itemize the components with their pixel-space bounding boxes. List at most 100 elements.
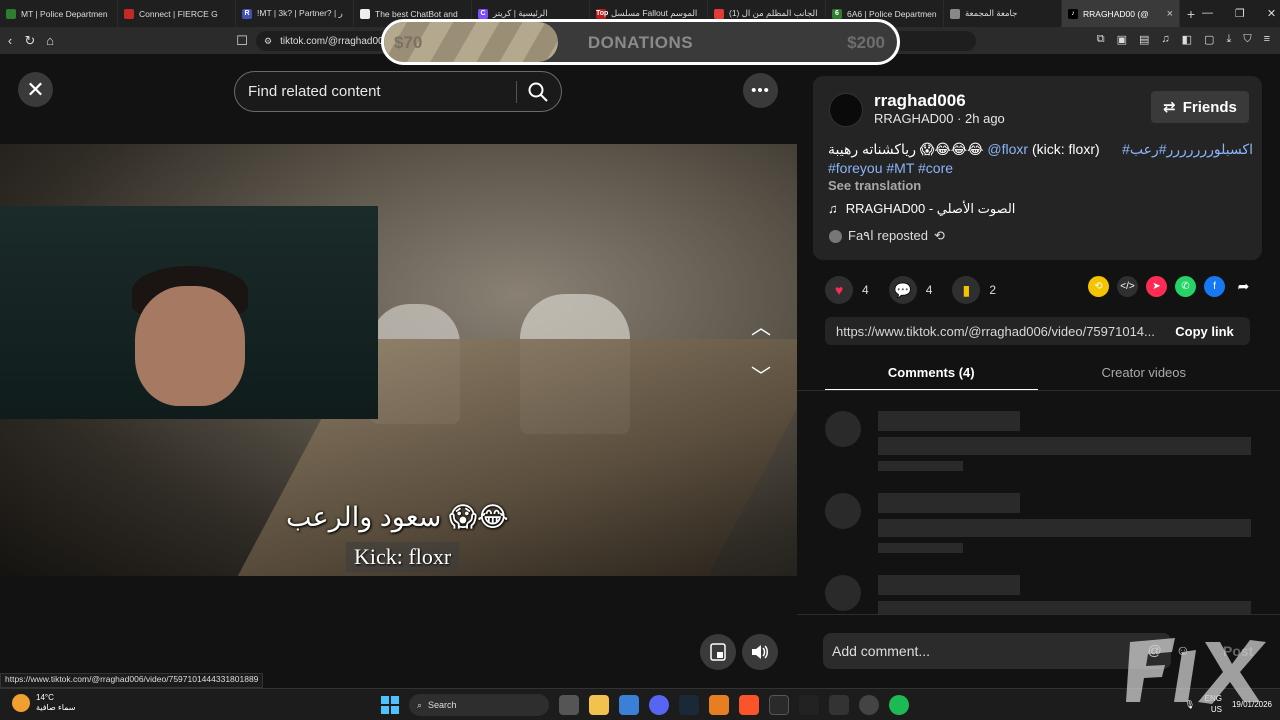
- copy-link-row: https://www.tiktok.com/@rraghad006/video…: [825, 317, 1250, 345]
- save-count: 2: [989, 283, 997, 297]
- comment-count: 4: [925, 283, 933, 297]
- copy-link-button[interactable]: Copy link: [1159, 324, 1250, 339]
- tab-creator-videos[interactable]: Creator videos: [1038, 355, 1251, 391]
- browser-tab[interactable]: Connect | FIERCE G: [118, 0, 236, 27]
- app2-icon[interactable]: [799, 695, 819, 715]
- browser-tab[interactable]: جامعة المجمعة: [944, 0, 1062, 27]
- username[interactable]: rraghad006: [874, 91, 966, 111]
- repost-share-icon[interactable]: ⟲: [1088, 276, 1109, 297]
- save-button[interactable]: ▮ 2: [952, 276, 996, 304]
- back-icon[interactable]: ‹: [0, 33, 20, 48]
- github-icon[interactable]: [859, 695, 879, 715]
- video-frame[interactable]: 😂😱 سعود والرعب Kick: floxr: [0, 144, 797, 576]
- share-arrow-icon[interactable]: ➦: [1233, 276, 1254, 297]
- wallet-icon[interactable]: ▢: [1204, 33, 1214, 46]
- embed-icon[interactable]: </>: [1117, 276, 1138, 297]
- donation-max: $200: [847, 33, 885, 52]
- more-icon: •••: [751, 82, 770, 99]
- description-arabic: رياكشناته رهيبة 😱😂😂😂: [828, 141, 988, 157]
- comment-button[interactable]: 💬 4: [888, 276, 933, 304]
- taskbar-search[interactable]: ⌕ Search: [409, 694, 549, 716]
- hashtag-foreyou[interactable]: #foreyou: [828, 160, 882, 176]
- new-tab-button[interactable]: +: [1180, 6, 1202, 22]
- picture-in-picture-button[interactable]: [700, 634, 736, 670]
- excel-icon[interactable]: [769, 695, 789, 715]
- whatsapp-icon[interactable]: ✆: [1175, 276, 1196, 297]
- avatar[interactable]: [829, 93, 863, 127]
- mention-link[interactable]: @floxr: [987, 141, 1028, 157]
- extension-icon[interactable]: ⧉: [1097, 33, 1105, 46]
- music-row[interactable]: ♫ RRAGHAD00 - الصوت الأصلي: [828, 201, 1015, 217]
- store-icon[interactable]: [619, 695, 639, 715]
- tab-favicon-icon: 6: [832, 8, 842, 19]
- send-to-friends-icon[interactable]: ➤: [1146, 276, 1167, 297]
- hashtag-mt[interactable]: #MT: [886, 160, 914, 176]
- tab-favicon-icon: [950, 8, 960, 19]
- app-icon[interactable]: [709, 695, 729, 715]
- find-related-input[interactable]: Find related content: [234, 71, 562, 112]
- weather-temp: 14°C: [36, 693, 54, 702]
- spotify-icon[interactable]: [889, 695, 909, 715]
- url-text: tiktok.com/@rraghad006: [280, 35, 390, 47]
- steam-icon[interactable]: [679, 695, 699, 715]
- menu-icon[interactable]: ≡: [1264, 33, 1270, 46]
- minimize-button[interactable]: —: [1202, 7, 1213, 20]
- donation-label: DONATIONS: [587, 33, 694, 52]
- downloads-icon[interactable]: ⤓: [1226, 33, 1231, 46]
- file-explorer-icon[interactable]: [589, 695, 609, 715]
- browser-tab[interactable]: MT | Police Departmen: [0, 0, 118, 27]
- like-count: 4: [862, 283, 869, 297]
- reload-icon[interactable]: ↻: [20, 33, 40, 49]
- brave-icon[interactable]: [739, 695, 759, 715]
- home-icon[interactable]: ⌂: [40, 33, 60, 48]
- shield-icon[interactable]: ⛉: [1243, 33, 1251, 46]
- volume-button[interactable]: [742, 634, 778, 670]
- maximize-button[interactable]: ❐: [1235, 7, 1245, 20]
- facebook-icon[interactable]: f: [1204, 276, 1225, 297]
- like-button[interactable]: ♥ 4: [825, 276, 869, 304]
- search-divider: [516, 81, 517, 103]
- friends-button[interactable]: ⇄ Friends: [1151, 91, 1249, 123]
- site-info-icon[interactable]: ⚙: [264, 36, 272, 47]
- friends-label: Friends: [1182, 98, 1237, 116]
- tab-label: RRAGHAD00 (@: [1083, 8, 1149, 19]
- bookmark-icon[interactable]: ☐: [232, 33, 252, 49]
- browser-tab[interactable]: R !MT | 3k? | Partner? | ر: [236, 0, 354, 27]
- tab-label: !MT | 3k? | Partner? | ر: [257, 8, 343, 18]
- task-view-icon[interactable]: [559, 695, 579, 715]
- discord-icon[interactable]: [649, 695, 669, 715]
- close-tab-icon[interactable]: ×: [1167, 8, 1173, 20]
- split-view-icon[interactable]: ◧: [1182, 33, 1192, 46]
- hashtag-core[interactable]: #core: [918, 160, 953, 176]
- close-button[interactable]: ✕: [18, 72, 53, 107]
- add-comment-input[interactable]: Add comment...: [823, 633, 1171, 669]
- music-title: RRAGHAD00 - الصوت الأصلي: [845, 201, 1016, 216]
- video-link[interactable]: https://www.tiktok.com/@rraghad006/video…: [825, 324, 1159, 339]
- chevron-up-icon: ︿: [751, 316, 771, 339]
- sidebar-icon[interactable]: ▤: [1139, 33, 1149, 46]
- browser-tab[interactable]: ♪ RRAGHAD00 (@ ×: [1062, 0, 1180, 27]
- previous-video-button[interactable]: ︿: [744, 308, 778, 342]
- screenshot-icon[interactable]: ▣: [1117, 33, 1127, 46]
- weather-widget[interactable]: 14°C سماء صافية: [12, 693, 76, 713]
- windows-start-icon[interactable]: [381, 696, 399, 714]
- reposter-avatar: [829, 229, 842, 243]
- terminal-icon[interactable]: [829, 695, 849, 715]
- more-options-button[interactable]: •••: [743, 73, 778, 108]
- tab-label: Connect | FIERCE G: [139, 8, 218, 19]
- pip-icon: [710, 643, 726, 661]
- next-video-button[interactable]: ﹀: [744, 357, 778, 391]
- post-info-card: rraghad006 RRAGHAD00 · 2h ago ⇄ Friends …: [813, 76, 1262, 260]
- search-icon[interactable]: [527, 81, 549, 103]
- bookmark-icon: ▮: [952, 276, 981, 304]
- post-details-panel: rraghad006 RRAGHAD00 · 2h ago ⇄ Friends …: [797, 54, 1280, 688]
- music-icon[interactable]: ♫: [1161, 33, 1169, 46]
- tab-label: مسلسل Fallout الموسم: [611, 8, 698, 18]
- description-hashtags-ar[interactable]: اكسبلوررررررر#رعب#: [1122, 140, 1253, 159]
- close-window-button[interactable]: ✕: [1267, 7, 1276, 20]
- weather-desc: سماء صافية: [36, 703, 76, 712]
- see-translation-link[interactable]: See translation: [828, 178, 921, 193]
- video-player: ✕ Find related content ••• 😂😱 سعود والرع…: [0, 54, 797, 688]
- tab-favicon-icon: C: [478, 8, 488, 19]
- tab-comments[interactable]: Comments (4): [825, 355, 1038, 391]
